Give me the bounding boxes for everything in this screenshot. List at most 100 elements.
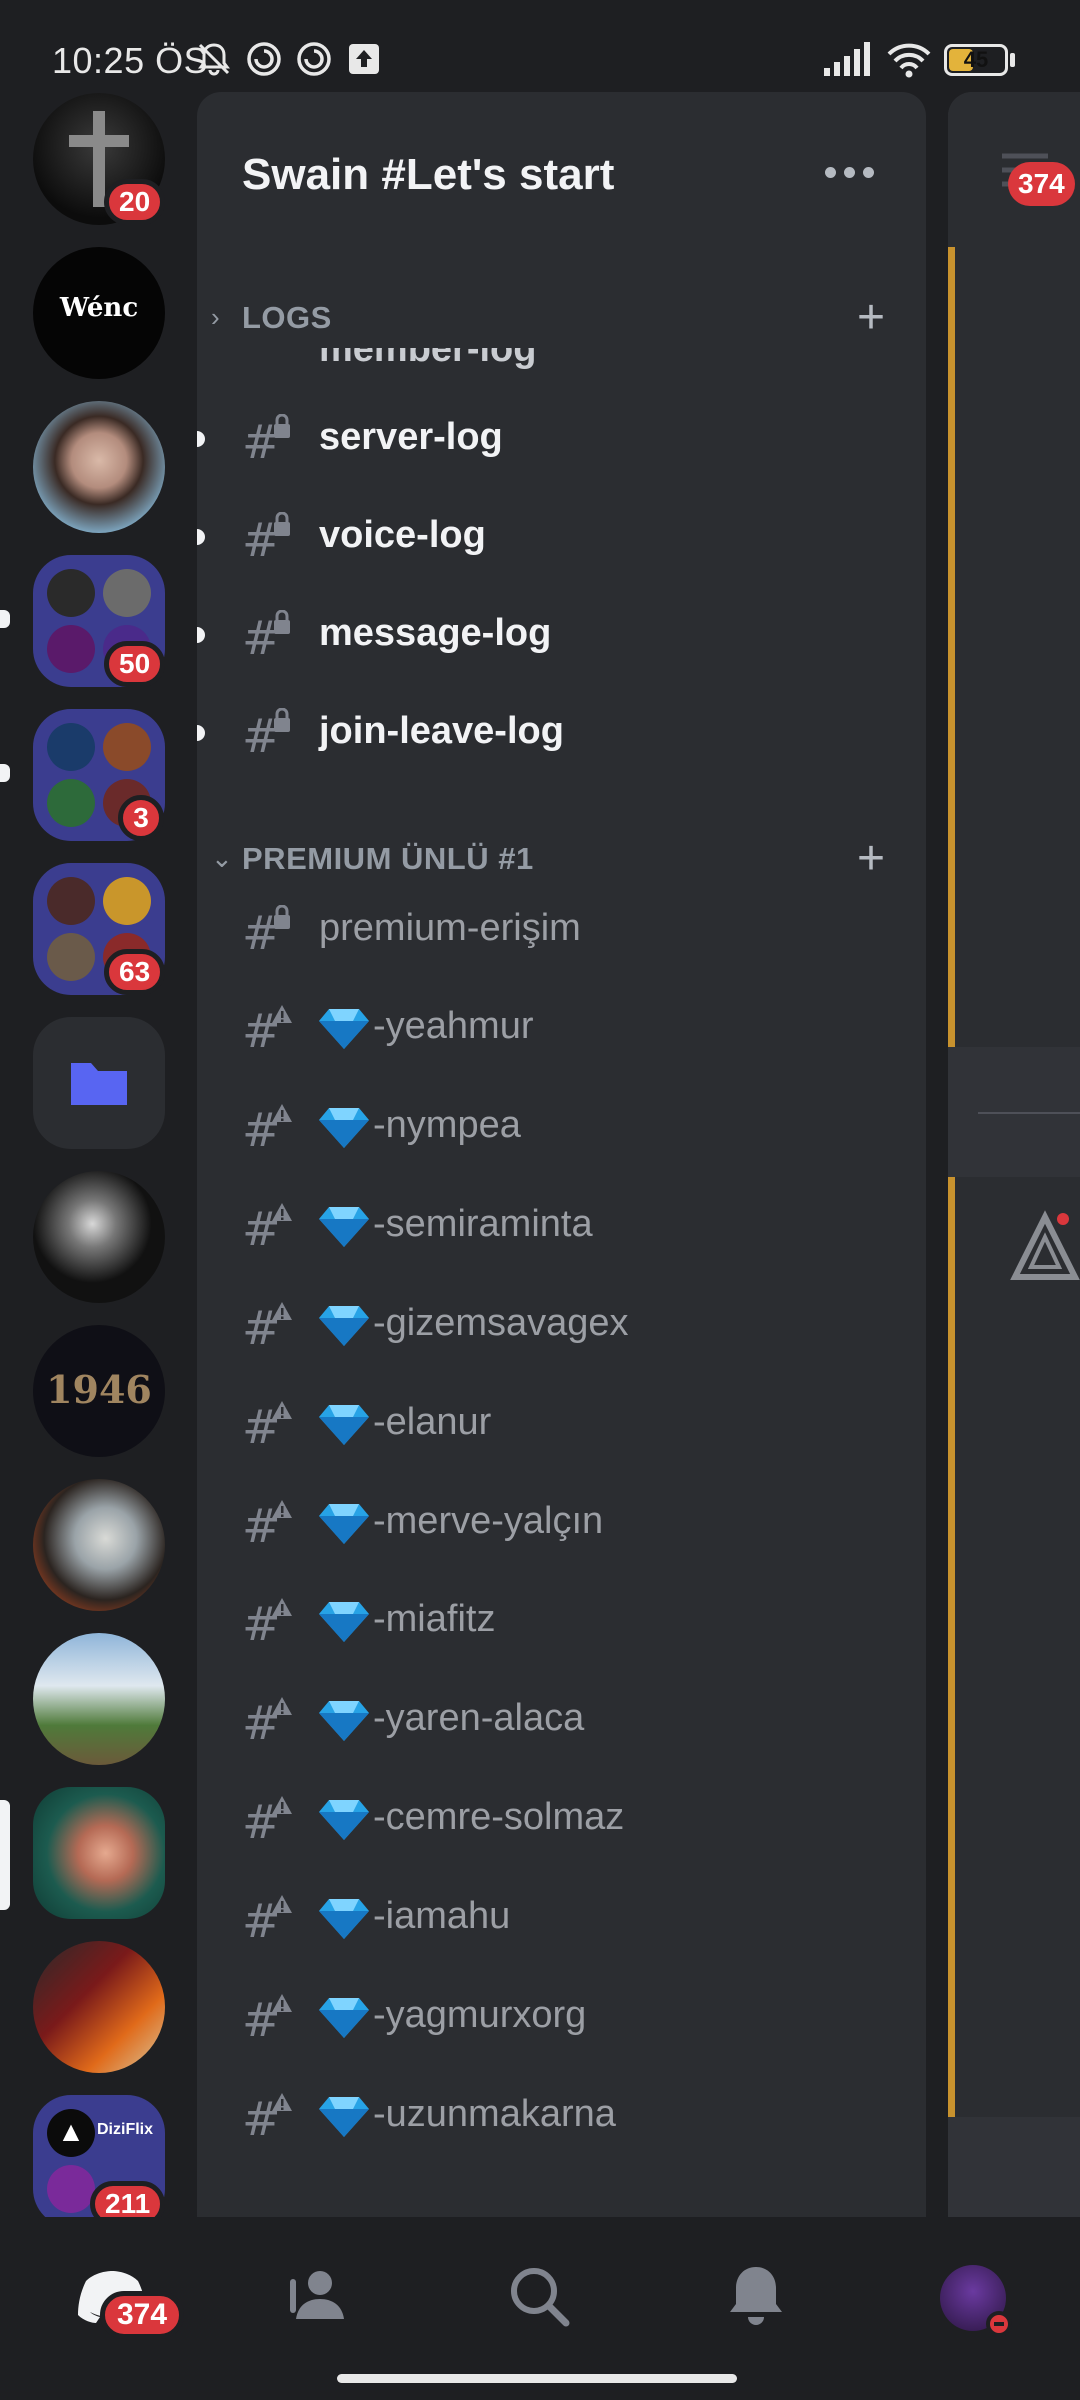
server-logo-text: 1946	[46, 1367, 152, 1412]
server-icon[interactable]	[33, 1633, 165, 1765]
server-icon[interactable]	[33, 1941, 165, 2073]
svg-text:#: #	[242, 1103, 281, 1154]
battery-cap	[1010, 53, 1015, 67]
channel-item-gizemsavagex[interactable]: # -gizemsavagex	[197, 1284, 926, 1366]
channel-name: -miafitz	[373, 1598, 496, 1641]
channel-item-yeahmur[interactable]: # -yeahmur	[197, 987, 926, 1069]
channel-item-join-leave-log[interactable]: # join-leave-log	[197, 692, 926, 774]
mention-badge: 211	[90, 2181, 166, 2217]
upload-icon	[349, 44, 379, 74]
svg-text:#: #	[242, 1993, 281, 2044]
add-channel-button[interactable]: +	[857, 290, 885, 345]
nsfw-channel-icon: #	[242, 1301, 292, 1352]
embed-card	[948, 247, 1080, 1047]
nav-friends[interactable]	[280, 2257, 360, 2337]
swirl-app-icon-2	[297, 42, 331, 76]
nav-search[interactable]	[500, 2257, 580, 2337]
server-icon[interactable]	[33, 1479, 165, 1611]
gem-icon	[319, 1404, 369, 1445]
folder-icon	[71, 1063, 127, 1105]
gem-icon	[319, 1206, 369, 1247]
mention-badge: 3	[118, 795, 164, 841]
bottom-nav: 374	[0, 2217, 1080, 2400]
chevron-down-icon: ⌄	[211, 843, 233, 873]
channel-name: voice-log	[319, 514, 486, 556]
friends-icon	[290, 2271, 344, 2319]
logo-icon	[1010, 1210, 1080, 1280]
unread-indicator	[197, 431, 205, 447]
gem-icon	[319, 1305, 369, 1346]
add-channel-button[interactable]: +	[857, 831, 885, 886]
svg-text:#: #	[242, 1795, 281, 1846]
gem-icon	[319, 2096, 369, 2137]
battery-indicator: 45	[944, 44, 1008, 76]
channel-item-cemre-solmaz[interactable]: # -cemre-solmaz	[197, 1778, 926, 1860]
svg-text:#: #	[242, 513, 281, 564]
nav-notifications[interactable]	[716, 2257, 796, 2337]
unread-badge: 374	[1008, 162, 1075, 206]
nsfw-channel-icon: #	[242, 1103, 292, 1154]
channel-item-message-log[interactable]: # message-log	[197, 594, 926, 676]
svg-text:#: #	[242, 415, 281, 466]
channel-name: -nympea	[373, 1103, 521, 1146]
server-icon[interactable]	[33, 1787, 165, 1919]
selected-server-pill	[0, 1800, 10, 1910]
server-folder[interactable]	[33, 1017, 165, 1149]
gem-icon	[319, 1899, 369, 1940]
channel-name: premium-erişim	[319, 907, 581, 949]
server-icon[interactable]	[33, 1171, 165, 1303]
gem-icon	[319, 1107, 369, 1148]
channel-item-merve-yalçın[interactable]: # -merve-yalçın	[197, 1482, 926, 1564]
channel-item-member-log[interactable]: member-log	[197, 348, 926, 374]
channel-name: member-log	[319, 348, 537, 370]
mention-badge: 63	[104, 949, 166, 995]
svg-text:#: #	[242, 1894, 281, 1945]
nsfw-channel-icon: #	[242, 1696, 292, 1747]
embed-card	[948, 1177, 1080, 2117]
category-logs[interactable]: › LOGS +	[197, 288, 926, 348]
nav-profile[interactable]	[932, 2257, 1012, 2337]
svg-text:#: #	[242, 1004, 281, 1055]
channel-item-uzunmakarna[interactable]: # -uzunmakarna	[197, 2075, 926, 2157]
swirl-app-icon	[247, 42, 281, 76]
gem-icon	[319, 1503, 369, 1544]
channel-item-iamahu[interactable]: # -iamahu	[197, 1877, 926, 1959]
home-unread-badge: 374	[100, 2291, 185, 2339]
bell-off-icon	[198, 43, 230, 76]
channel-item-miafitz[interactable]: # -miafitz	[197, 1580, 926, 1662]
unread-indicator	[197, 725, 205, 741]
category-premium[interactable]: ⌄ PREMIUM ÜNLÜ #1 +	[197, 829, 926, 889]
channel-name: -semiraminta	[373, 1202, 593, 1245]
mention-badge: 20	[104, 179, 166, 225]
svg-text:#: #	[242, 2092, 281, 2143]
category-label: PREMIUM ÜNLÜ #1	[242, 841, 534, 876]
channel-item-premium-access[interactable]: # premium-erişim	[197, 889, 926, 971]
channel-item-nympea[interactable]: # -nympea	[197, 1086, 926, 1168]
channel-item-yagmurxorg[interactable]: # -yagmurxorg	[197, 1976, 926, 2058]
bell-icon	[730, 2267, 782, 2325]
chat-preview[interactable]: 374	[948, 92, 1080, 2217]
chevron-right-icon: ›	[211, 302, 220, 332]
category-label: LOGS	[242, 300, 332, 335]
channel-item-voice-log[interactable]: # voice-log	[197, 496, 926, 578]
channel-item-elanur[interactable]: # -elanur	[197, 1383, 926, 1465]
channel-item-yaren-alaca[interactable]: # -yaren-alaca	[197, 1679, 926, 1761]
channel-name: -yeahmur	[373, 1005, 534, 1047]
server-rail: 20 Wénc 50 3 63 1946 ▲ DiziFlix 211	[0, 92, 180, 2217]
svg-text:#: #	[242, 1696, 281, 1747]
gem-icon	[319, 1009, 369, 1049]
nsfw-channel-icon: #	[242, 1499, 292, 1550]
channel-panel: Swain #Let's start › LOGS + member-log #…	[197, 92, 926, 2217]
more-options-button[interactable]	[825, 152, 885, 192]
gem-icon	[319, 1602, 369, 1643]
locked-channel-icon: #	[242, 905, 290, 957]
server-icon[interactable]	[33, 401, 165, 533]
server-icon[interactable]: 1946	[33, 1325, 165, 1457]
channel-item-semiraminta[interactable]: # -semiraminta	[197, 1185, 926, 1267]
channel-item-server-log[interactable]: # server-log	[197, 398, 926, 480]
server-icon[interactable]: Wénc	[33, 247, 165, 379]
server-header[interactable]: Swain #Let's start	[197, 92, 926, 252]
nsfw-channel-icon: #	[242, 1400, 292, 1451]
channel-name: -gizemsavagex	[373, 1301, 629, 1344]
server-logo-text: Wénc	[59, 293, 139, 323]
